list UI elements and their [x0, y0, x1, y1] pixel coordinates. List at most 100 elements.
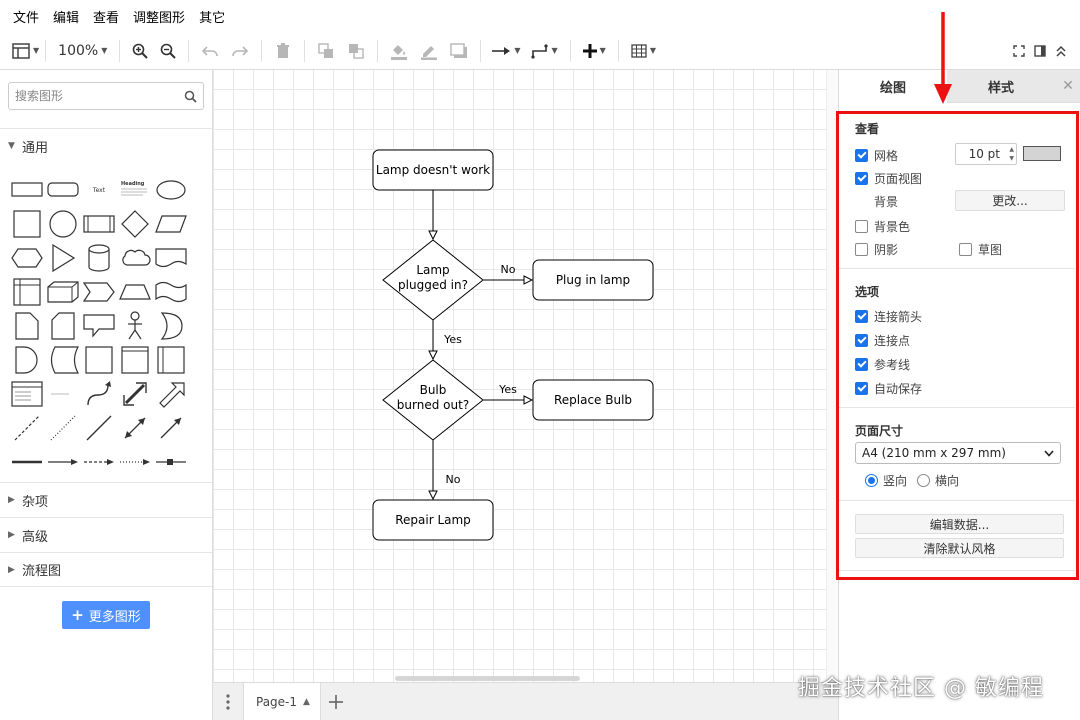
shape-cloud[interactable] — [118, 242, 152, 274]
to-back-button[interactable] — [341, 37, 371, 65]
shape-internal-storage[interactable] — [10, 276, 44, 308]
node-repair-lamp[interactable]: Repair Lamp — [372, 499, 494, 541]
shape-dashed-line[interactable] — [10, 412, 44, 444]
section-advanced[interactable]: ▶ 高级 — [0, 517, 212, 552]
shape-text[interactable]: Text — [82, 174, 116, 206]
node-plug-in[interactable]: Plug in lamp — [532, 259, 654, 301]
shape-triangle[interactable] — [46, 242, 80, 274]
panel-toggle-button[interactable]: ▼ — [12, 37, 39, 65]
waypoints-button[interactable]: ▼ — [525, 37, 564, 65]
zoom-out-button[interactable] — [154, 37, 182, 65]
shape-document[interactable] — [154, 242, 188, 274]
tab-diagram[interactable]: 绘图 — [839, 70, 947, 103]
shape-link-arrow[interactable] — [46, 446, 80, 478]
shape-circle[interactable] — [46, 208, 80, 240]
delete-button[interactable] — [268, 37, 298, 65]
menu-extras[interactable]: 其它 — [192, 7, 232, 26]
section-flowchart[interactable]: ▶ 流程图 — [0, 552, 212, 587]
shape-thick-line[interactable] — [10, 446, 44, 478]
fill-color-button[interactable] — [384, 37, 414, 65]
node-replace-bulb[interactable]: Replace Bulb — [532, 379, 654, 421]
chevron-down-icon: ▼ — [33, 46, 40, 55]
shape-tape[interactable] — [154, 276, 188, 308]
more-shapes-button[interactable]: + 更多图形 — [62, 601, 150, 629]
pages-menu-button[interactable] — [213, 683, 243, 720]
toolbar-divider — [188, 39, 190, 62]
shape-process[interactable] — [82, 208, 116, 240]
shape-data-storage[interactable] — [46, 344, 80, 376]
shadow-button[interactable] — [444, 37, 474, 65]
node-start[interactable]: Lamp doesn't work — [372, 149, 494, 191]
add-page-button[interactable] — [321, 683, 351, 720]
shape-swimlane[interactable] — [154, 344, 188, 376]
redo-button[interactable] — [225, 37, 255, 65]
shape-container[interactable] — [118, 344, 152, 376]
node-decision-plugged[interactable]: Lamp plugged in? — [382, 239, 484, 321]
shape-parallelogram[interactable] — [154, 208, 188, 240]
shape-cylinder[interactable] — [82, 242, 116, 274]
chevron-down-icon: ▼ — [649, 46, 656, 55]
shape-textbox[interactable]: Heading — [118, 174, 152, 206]
shape-list-item[interactable] — [46, 378, 80, 410]
shape-card[interactable] — [46, 310, 80, 342]
to-front-button[interactable] — [311, 37, 341, 65]
shape-dotted-line[interactable] — [46, 412, 80, 444]
search-icon[interactable] — [184, 90, 197, 103]
shape-rectangle[interactable] — [10, 174, 44, 206]
node-label: Lamp — [416, 263, 449, 277]
section-general[interactable]: ▼ 通用 — [0, 128, 212, 163]
section-misc[interactable]: ▶ 杂项 — [0, 482, 212, 517]
chevron-up-icon[interactable]: ▲ — [303, 697, 310, 707]
horizontal-scrollbar[interactable] — [395, 676, 580, 681]
shape-line[interactable] — [82, 412, 116, 444]
shape-ellipse[interactable] — [154, 174, 188, 206]
zoom-in-button[interactable] — [126, 37, 154, 65]
diagram-canvas[interactable]: No Yes Yes No Lamp doesn't work Lamp plu… — [213, 70, 838, 682]
shape-actor[interactable] — [118, 310, 152, 342]
table-button[interactable]: ▼ — [625, 37, 662, 65]
shape-trapezoid[interactable] — [118, 276, 152, 308]
menu-file[interactable]: 文件 — [6, 7, 46, 26]
toolbar-divider — [45, 39, 47, 62]
shape-dashed-arrow[interactable] — [82, 446, 116, 478]
shape-diamond[interactable] — [118, 208, 152, 240]
page-tab[interactable]: Page-1 ▲ — [243, 682, 321, 720]
fullscreen-button[interactable] — [1008, 37, 1030, 65]
shape-association[interactable] — [154, 446, 188, 478]
shape-square[interactable] — [10, 208, 44, 240]
shape-list[interactable] — [10, 378, 44, 410]
shape-hexagon[interactable] — [10, 242, 44, 274]
shape-bidirectional-connector[interactable] — [118, 412, 152, 444]
flowchart-diagram: No Yes Yes No Lamp doesn't work Lamp plu… — [372, 149, 654, 541]
menu-view[interactable]: 查看 — [86, 7, 126, 26]
shape-dotted-arrow[interactable] — [118, 446, 152, 478]
tab-style[interactable]: 样式 — [947, 70, 1055, 103]
shape-directional-connector[interactable] — [154, 412, 188, 444]
toolbar-divider — [119, 39, 121, 62]
shape-callout[interactable] — [82, 310, 116, 342]
undo-button[interactable] — [195, 37, 225, 65]
node-decision-bulb[interactable]: Bulb burned out? — [382, 359, 484, 441]
insert-button[interactable]: ▼ — [577, 37, 612, 65]
line-color-button[interactable] — [414, 37, 444, 65]
connection-style-button[interactable]: ▼ — [487, 37, 524, 65]
shape-delay[interactable] — [10, 344, 44, 376]
format-panel-button[interactable] — [1030, 37, 1050, 65]
shape-cube[interactable] — [46, 276, 80, 308]
toolbar-divider — [617, 39, 619, 62]
shape-arrow[interactable] — [154, 378, 188, 410]
collapse-button[interactable] — [1050, 37, 1072, 65]
shape-note[interactable] — [10, 310, 44, 342]
shape-bidirectional-arrow[interactable] — [118, 378, 152, 410]
zoom-select[interactable]: 100% ▼ — [52, 37, 113, 65]
search-input[interactable] — [15, 89, 184, 103]
shape-rounded-rectangle[interactable] — [46, 174, 80, 206]
shape-curve[interactable] — [82, 378, 116, 410]
close-icon[interactable]: ✕ — [1055, 70, 1080, 103]
shape-box[interactable] — [82, 344, 116, 376]
menu-edit[interactable]: 编辑 — [46, 7, 86, 26]
section-label: 流程图 — [22, 564, 62, 579]
shape-step[interactable] — [82, 276, 116, 308]
shape-or[interactable] — [154, 310, 188, 342]
menu-arrange[interactable]: 调整图形 — [126, 7, 192, 26]
